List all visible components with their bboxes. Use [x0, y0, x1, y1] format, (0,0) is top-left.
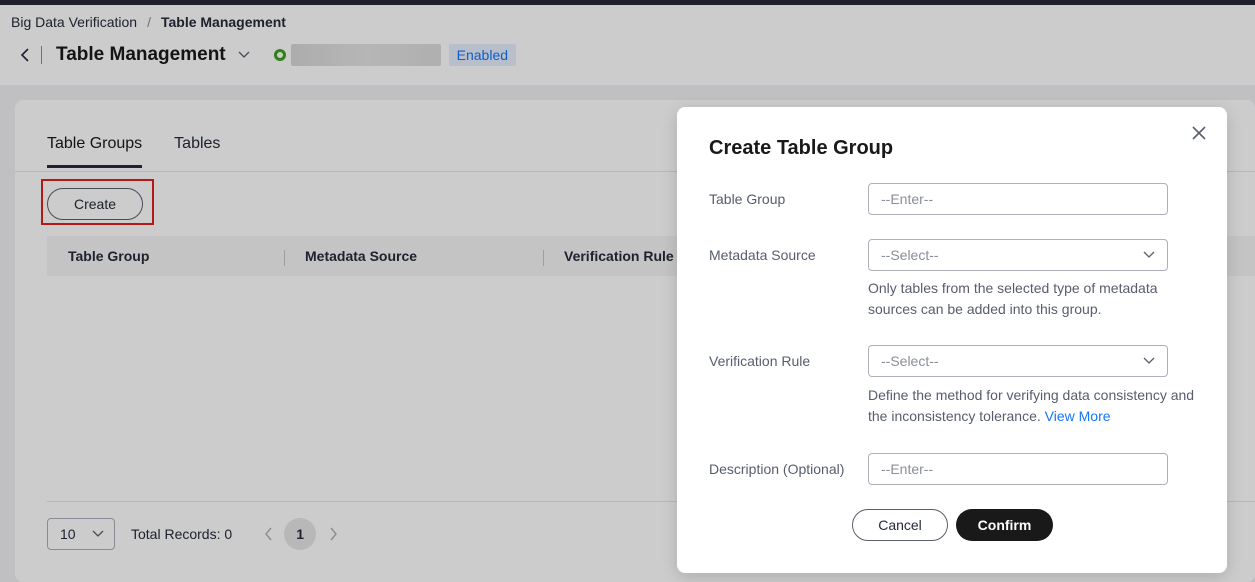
table-group-placeholder: --Enter-- — [881, 191, 934, 207]
metadata-source-help-line2: sources can be added into this group. — [868, 301, 1102, 317]
chevron-down-icon — [1143, 251, 1155, 258]
verification-rule-help: Define the method for verifying data con… — [868, 385, 1208, 427]
description-input[interactable]: --Enter-- — [868, 453, 1168, 485]
close-icon[interactable] — [1191, 125, 1207, 141]
description-placeholder: --Enter-- — [881, 461, 934, 477]
verification-rule-help-line2-wrap: the inconsistency tolerance. View More — [868, 406, 1208, 427]
table-group-label: Table Group — [709, 191, 786, 207]
confirm-button[interactable]: Confirm — [956, 509, 1053, 541]
table-group-input[interactable]: --Enter-- — [868, 183, 1168, 215]
metadata-source-label: Metadata Source — [709, 247, 816, 263]
create-table-group-dialog: Create Table Group Table Group --Enter--… — [677, 107, 1227, 573]
metadata-source-placeholder: --Select-- — [881, 247, 939, 263]
dialog-title: Create Table Group — [709, 137, 894, 159]
verification-rule-help-line1: Define the method for verifying data con… — [868, 387, 1195, 403]
verification-rule-placeholder: --Select-- — [881, 353, 939, 369]
cancel-button[interactable]: Cancel — [852, 509, 948, 541]
chevron-down-icon — [1143, 357, 1155, 364]
view-more-link[interactable]: View More — [1045, 408, 1111, 424]
verification-rule-label: Verification Rule — [709, 353, 811, 369]
verification-rule-help-line2: the inconsistency tolerance. — [868, 408, 1041, 424]
verification-rule-select[interactable]: --Select-- — [868, 345, 1168, 377]
metadata-source-help-line1: Only tables from the selected type of me… — [868, 280, 1158, 296]
metadata-source-help: Only tables from the selected type of me… — [868, 278, 1208, 320]
metadata-source-select[interactable]: --Select-- — [868, 239, 1168, 271]
description-label: Description (Optional) — [709, 461, 845, 477]
